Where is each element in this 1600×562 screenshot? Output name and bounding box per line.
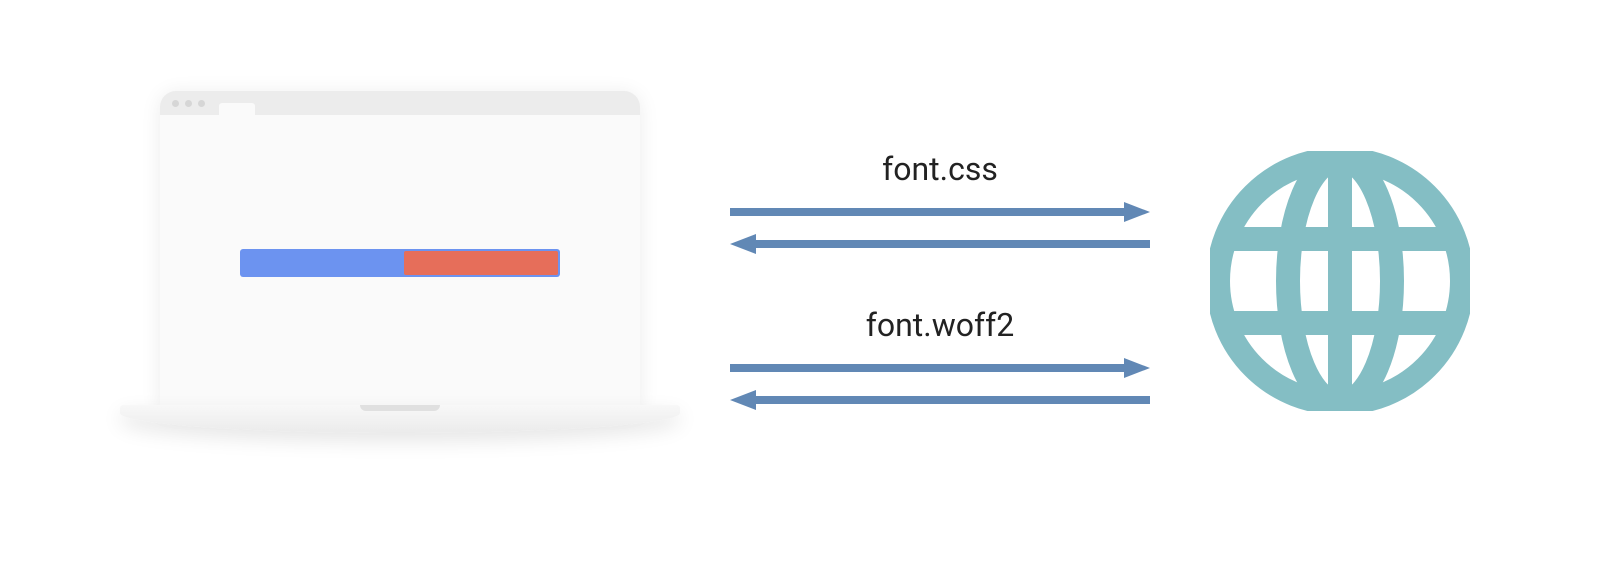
window-control-dot (172, 100, 179, 107)
globe-icon (1210, 151, 1470, 411)
laptop-base (120, 405, 680, 433)
progress-fill (404, 251, 558, 275)
arrow-right-icon (730, 356, 1150, 380)
progress-bar (240, 249, 560, 277)
arrow-left-icon (730, 232, 1150, 256)
request-label: font.css (730, 150, 1150, 188)
laptop (120, 81, 680, 481)
laptop-notch (360, 405, 440, 411)
browser-chrome (160, 91, 640, 115)
screen-content (160, 115, 640, 411)
arrow-left-icon (730, 388, 1150, 412)
request-label: font.woff2 (730, 306, 1150, 344)
globe (1200, 141, 1480, 421)
arrow-right-icon (730, 200, 1150, 224)
font-woff2-exchange: font.woff2 (730, 306, 1150, 412)
laptop-screen (160, 91, 640, 411)
browser-tab (219, 103, 255, 115)
font-css-exchange: font.css (730, 150, 1150, 256)
network-arrows: font.css font.woff2 (730, 150, 1150, 412)
window-control-dot (198, 100, 205, 107)
window-control-dot (185, 100, 192, 107)
